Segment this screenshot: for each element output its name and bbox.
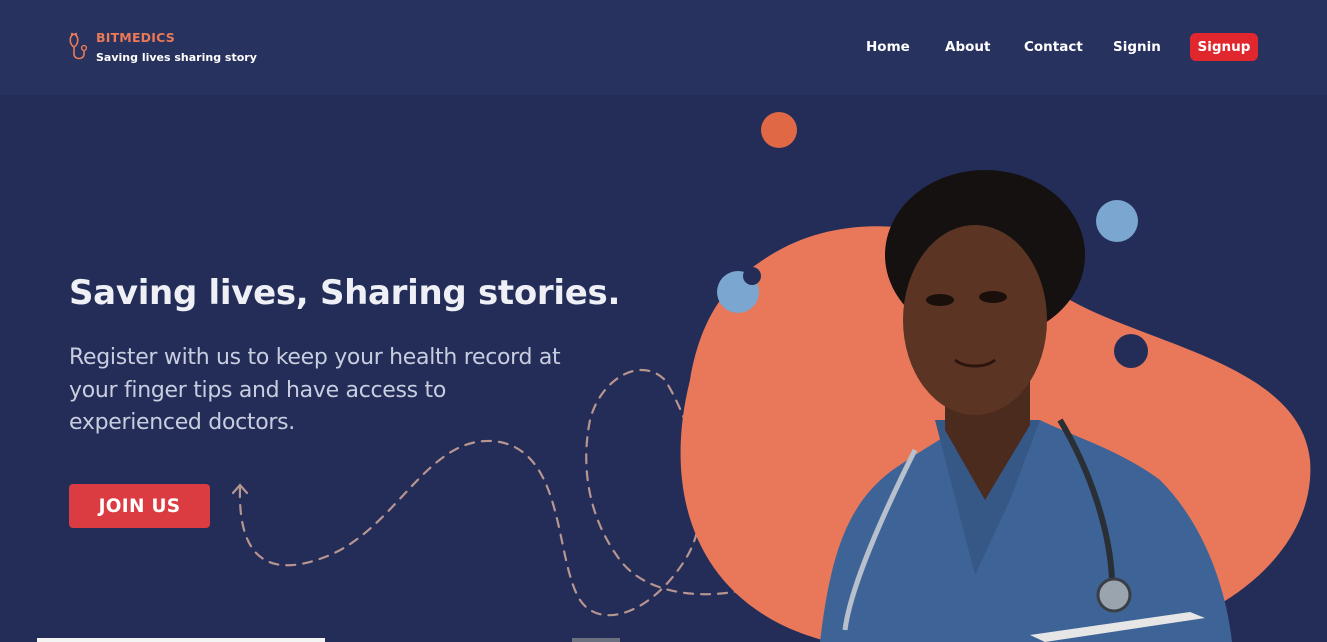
scroll-indicator-thumb — [572, 638, 620, 642]
scrubs-shape — [820, 420, 1232, 642]
nav-about-link[interactable]: About — [945, 33, 990, 61]
hair-shape — [885, 170, 1085, 340]
orange-circle-decoration — [761, 112, 797, 148]
stethoscope-tubing — [842, 448, 918, 631]
face-shape — [903, 225, 1047, 415]
neck-skin — [945, 380, 1030, 500]
hero-title: Saving lives, Sharing stories. — [69, 273, 621, 313]
stethoscope-chest-piece — [1096, 577, 1132, 613]
hero-artwork — [231, 112, 1311, 642]
join-us-button[interactable]: JOIN US — [69, 484, 210, 528]
arrow-head-decoration — [231, 483, 249, 495]
dark-notch-decoration — [1114, 334, 1148, 368]
clipboard-shape — [1030, 612, 1205, 642]
scroll-indicator-bar — [37, 638, 325, 642]
hero-subtitle: Register with us to keep your health rec… — [69, 345, 561, 435]
dark-notch-small-decoration — [743, 267, 761, 285]
nav-signin-link[interactable]: Signin — [1113, 33, 1161, 61]
nav-signup-button[interactable]: Signup — [1190, 33, 1258, 61]
scrubs-neckline — [935, 420, 1040, 575]
nav-home-link[interactable]: Home — [866, 33, 910, 61]
doctor-image — [820, 170, 1232, 642]
main-nav: Home About Contact Signin Signup — [0, 33, 1327, 61]
nav-contact-link[interactable]: Contact — [1024, 33, 1083, 61]
landing-page: BITMEDICS Saving lives sharing story Hom… — [0, 0, 1327, 642]
site-header: BITMEDICS Saving lives sharing story Hom… — [0, 0, 1327, 95]
blue-circle-left-decoration — [717, 271, 759, 313]
blue-circle-decoration — [1096, 200, 1138, 242]
orange-blob-shape — [680, 226, 1311, 642]
